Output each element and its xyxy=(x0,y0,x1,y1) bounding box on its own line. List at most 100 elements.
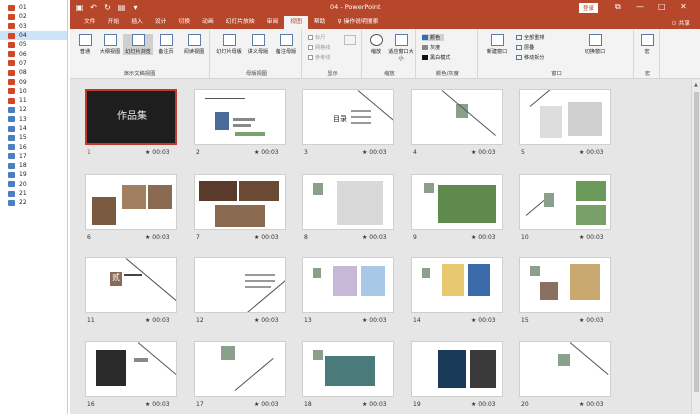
tab-3[interactable]: 设计 xyxy=(149,16,173,29)
tab-0[interactable]: 文件 xyxy=(78,16,102,29)
file-item[interactable]: 08 xyxy=(0,68,67,77)
slide-thumbnail[interactable] xyxy=(302,341,394,397)
file-item[interactable]: 04 xyxy=(0,30,67,41)
slide-thumbnail[interactable] xyxy=(411,257,503,313)
file-item[interactable]: 20 xyxy=(0,180,67,189)
group-window: 新建窗口 全部重排 层叠 移动拆分 切换窗口 窗口 xyxy=(480,29,634,79)
slideshow-icon[interactable]: ▤ xyxy=(117,3,126,12)
file-item[interactable]: 03 xyxy=(0,22,67,31)
black-white-button[interactable]: 黑白模式 xyxy=(422,54,450,61)
file-item[interactable]: 02 xyxy=(0,12,67,21)
move-split-button[interactable]: 移动拆分 xyxy=(516,54,544,61)
redo-icon[interactable]: ↻ xyxy=(103,3,112,12)
gridlines-checkbox[interactable]: 网格线 xyxy=(308,44,330,51)
vertical-scrollbar[interactable]: ▲ xyxy=(691,80,700,414)
switch-windows-button[interactable]: 切换窗口 xyxy=(580,34,610,55)
file-item[interactable]: 09 xyxy=(0,77,67,86)
macros-button[interactable]: 宏 xyxy=(636,34,658,55)
slide-thumbnail[interactable] xyxy=(411,174,503,230)
slide-thumbnail[interactable] xyxy=(519,257,611,313)
slide-number: 10 xyxy=(521,234,529,241)
normal-view-button[interactable]: 普通 xyxy=(73,34,97,55)
slide-sorter-button[interactable]: 幻灯片浏览 xyxy=(123,34,153,55)
file-item[interactable]: 10 xyxy=(0,87,67,96)
zoom-button[interactable]: 缩放 xyxy=(365,34,387,55)
fit-to-window-button[interactable]: 适应窗口大小 xyxy=(388,34,414,62)
tab-9[interactable]: 帮助 xyxy=(308,16,332,29)
slide-thumbnail[interactable]: 作品集 xyxy=(85,89,177,145)
notes-page-button[interactable]: 备注页 xyxy=(154,34,178,55)
grayscale-button[interactable]: 灰度 xyxy=(422,44,440,51)
slide-thumbnail[interactable]: 目录 xyxy=(302,89,394,145)
tab-7[interactable]: 审阅 xyxy=(261,16,285,29)
file-item[interactable]: 21 xyxy=(0,189,67,198)
save-icon[interactable]: ▣ xyxy=(75,3,84,12)
customize-qat-icon[interactable]: ▾ xyxy=(131,3,140,12)
slide-thumbnail[interactable] xyxy=(302,174,394,230)
slide-thumbnail[interactable] xyxy=(519,89,611,145)
slide-timing: ★ 00:03 xyxy=(362,401,387,408)
tab-5[interactable]: 动画 xyxy=(196,16,220,29)
slide-thumbnail[interactable] xyxy=(194,257,286,313)
slide-thumbnail[interactable] xyxy=(85,341,177,397)
file-item[interactable]: 06 xyxy=(0,49,67,58)
group-zoom: 缩放 适应窗口大小 缩放 xyxy=(364,29,416,79)
undo-icon[interactable]: ↶ xyxy=(89,3,98,12)
file-item[interactable]: 05 xyxy=(0,40,67,49)
file-item[interactable]: 01 xyxy=(0,3,67,12)
slide-thumbnail[interactable] xyxy=(519,174,611,230)
file-item[interactable]: 16 xyxy=(0,142,67,151)
slide-thumbnail[interactable] xyxy=(519,341,611,397)
scrollbar-thumb[interactable] xyxy=(694,92,699,392)
notes-master-button[interactable]: 备注母版 xyxy=(272,34,300,55)
guides-checkbox[interactable]: 参考线 xyxy=(308,54,330,61)
color-button[interactable]: 颜色 xyxy=(422,34,445,41)
login-button[interactable]: 登录 xyxy=(579,3,599,13)
outline-view-button[interactable]: 大纲视图 xyxy=(98,34,122,55)
share-button[interactable]: ⚇ 共享 xyxy=(671,18,690,27)
slide-number: 19 xyxy=(413,401,421,408)
handout-master-button[interactable]: 讲义母版 xyxy=(244,34,272,55)
slide-thumbnail[interactable] xyxy=(85,174,177,230)
file-item[interactable]: 12 xyxy=(0,105,67,114)
tab-1[interactable]: 开始 xyxy=(102,16,126,29)
slide-number: 15 xyxy=(521,317,529,324)
tab-2[interactable]: 插入 xyxy=(125,16,149,29)
close-button[interactable]: ✕ xyxy=(680,2,687,11)
tab-8[interactable]: 视图 xyxy=(284,16,308,29)
ribbon-display-options-icon[interactable]: ⧉ xyxy=(615,2,621,12)
bw-swatch-icon xyxy=(422,55,428,60)
arrange-all-button[interactable]: 全部重排 xyxy=(516,34,544,41)
tell-me-search[interactable]: ♀ 操作说明搜索 xyxy=(337,16,378,29)
file-item[interactable]: 15 xyxy=(0,133,67,142)
minimize-button[interactable]: — xyxy=(636,2,644,11)
file-item[interactable]: 19 xyxy=(0,170,67,179)
interior-photo xyxy=(215,205,265,227)
tab-6[interactable]: 幻灯片放映 xyxy=(220,16,261,29)
slide-thumbnail[interactable] xyxy=(194,174,286,230)
slide-thumbnail[interactable] xyxy=(411,89,503,145)
slide-thumbnail[interactable] xyxy=(302,257,394,313)
slide-thumbnail[interactable]: 贰 xyxy=(85,257,177,313)
file-item[interactable]: 13 xyxy=(0,115,67,124)
tab-4[interactable]: 切换 xyxy=(172,16,196,29)
slide-title: 作品集 xyxy=(117,111,147,122)
slide-thumbnail[interactable] xyxy=(194,89,286,145)
file-item[interactable]: 07 xyxy=(0,59,67,68)
file-item[interactable]: 18 xyxy=(0,161,67,170)
ruler-checkbox[interactable]: 标尺 xyxy=(308,34,325,41)
new-window-button[interactable]: 新建窗口 xyxy=(484,34,510,55)
slide-master-button[interactable]: 幻灯片母版 xyxy=(214,34,244,55)
cascade-button[interactable]: 层叠 xyxy=(516,44,534,51)
slide-thumbnail[interactable] xyxy=(194,341,286,397)
file-item[interactable]: 14 xyxy=(0,124,67,133)
file-item[interactable]: 17 xyxy=(0,152,67,161)
reading-view-button[interactable]: 阅读视图 xyxy=(180,34,208,55)
file-item[interactable]: 22 xyxy=(0,198,67,207)
scroll-up-icon[interactable]: ▲ xyxy=(694,82,698,88)
file-item[interactable]: 11 xyxy=(0,96,67,105)
maximize-button[interactable]: □ xyxy=(658,2,666,11)
slide-thumbnail[interactable] xyxy=(411,341,503,397)
text-block xyxy=(540,106,562,138)
show-dialog-icon[interactable] xyxy=(344,35,356,45)
